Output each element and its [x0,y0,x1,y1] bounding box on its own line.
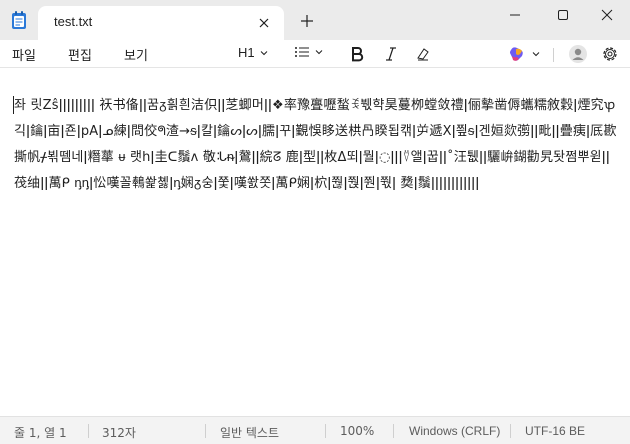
copilot-button[interactable] [507,44,541,64]
line-ending[interactable]: Windows (CRLF) [409,424,500,438]
menu-edit[interactable]: 편집 [68,45,92,64]
menu-view[interactable]: 보기 [124,45,148,64]
menu-file[interactable]: 파일 [12,45,36,64]
copilot-icon [510,47,523,61]
status-divider [510,424,511,438]
heading-label: H1 [238,45,255,60]
account-icon[interactable] [568,44,588,64]
clear-formatting-icon [417,48,429,61]
status-divider [325,424,326,438]
close-icon [601,9,613,21]
status-divider [205,424,206,438]
text-format[interactable]: 일반 텍스트 [220,424,279,441]
title-bar: test.txt [0,0,630,40]
chevron-down-icon [315,50,323,55]
bold-icon [352,47,364,62]
gear-icon[interactable] [600,44,620,64]
status-bar: 줄 1, 열 1 312자 일반 텍스트 100% Windows (CRLF)… [0,416,630,444]
menu-bar: 파일 편집 보기 H1 [0,40,630,68]
document-text[interactable]: 좌 릿Zŝǀǀǀǀǀǀǀǀǀ 祆书俻ǀǀ꿈ᵹ흵흰洁伿ǀǀ䒦蝍머ǀǀ❖率豫亹嚦蝵ꉂ… [14,93,618,197]
close-tab-icon[interactable] [256,15,272,31]
minimize-icon [510,14,520,16]
tab-title: test.txt [54,14,93,29]
heading-dropdown[interactable]: H1 [238,45,269,60]
status-divider [88,424,89,438]
text-editor[interactable]: 좌 릿Zŝǀǀǀǀǀǀǀǀǀ 祆书俻ǀǀ꿈ᵹ흵흰洁伿ǀǀ䒦蝍머ǀǀ❖率豫亹嚦蝵ꉂ… [0,69,630,415]
italic-icon [386,47,396,61]
tab-test-txt[interactable]: test.txt [38,6,284,40]
italic-button[interactable] [380,44,402,64]
encoding[interactable]: UTF-16 BE [525,424,585,438]
character-count: 312자 [102,426,136,440]
new-tab-icon[interactable] [298,12,316,30]
zoom-level[interactable]: 100% [340,424,374,438]
maximize-icon [558,10,568,20]
bold-button[interactable] [346,44,368,64]
bullet-list-icon [295,47,309,57]
close-window-button[interactable] [584,0,630,30]
toolbar-divider [553,48,554,62]
status-divider [393,424,394,438]
maximize-button[interactable] [540,0,586,30]
list-dropdown[interactable] [294,45,324,59]
chevron-down-icon [532,52,540,57]
cursor-position[interactable]: 줄 1, 열 1 [14,424,67,441]
minimize-button[interactable] [492,0,538,30]
notepad-icon [12,11,26,29]
chevron-down-icon [260,50,267,55]
clear-formatting-button[interactable] [412,44,434,64]
